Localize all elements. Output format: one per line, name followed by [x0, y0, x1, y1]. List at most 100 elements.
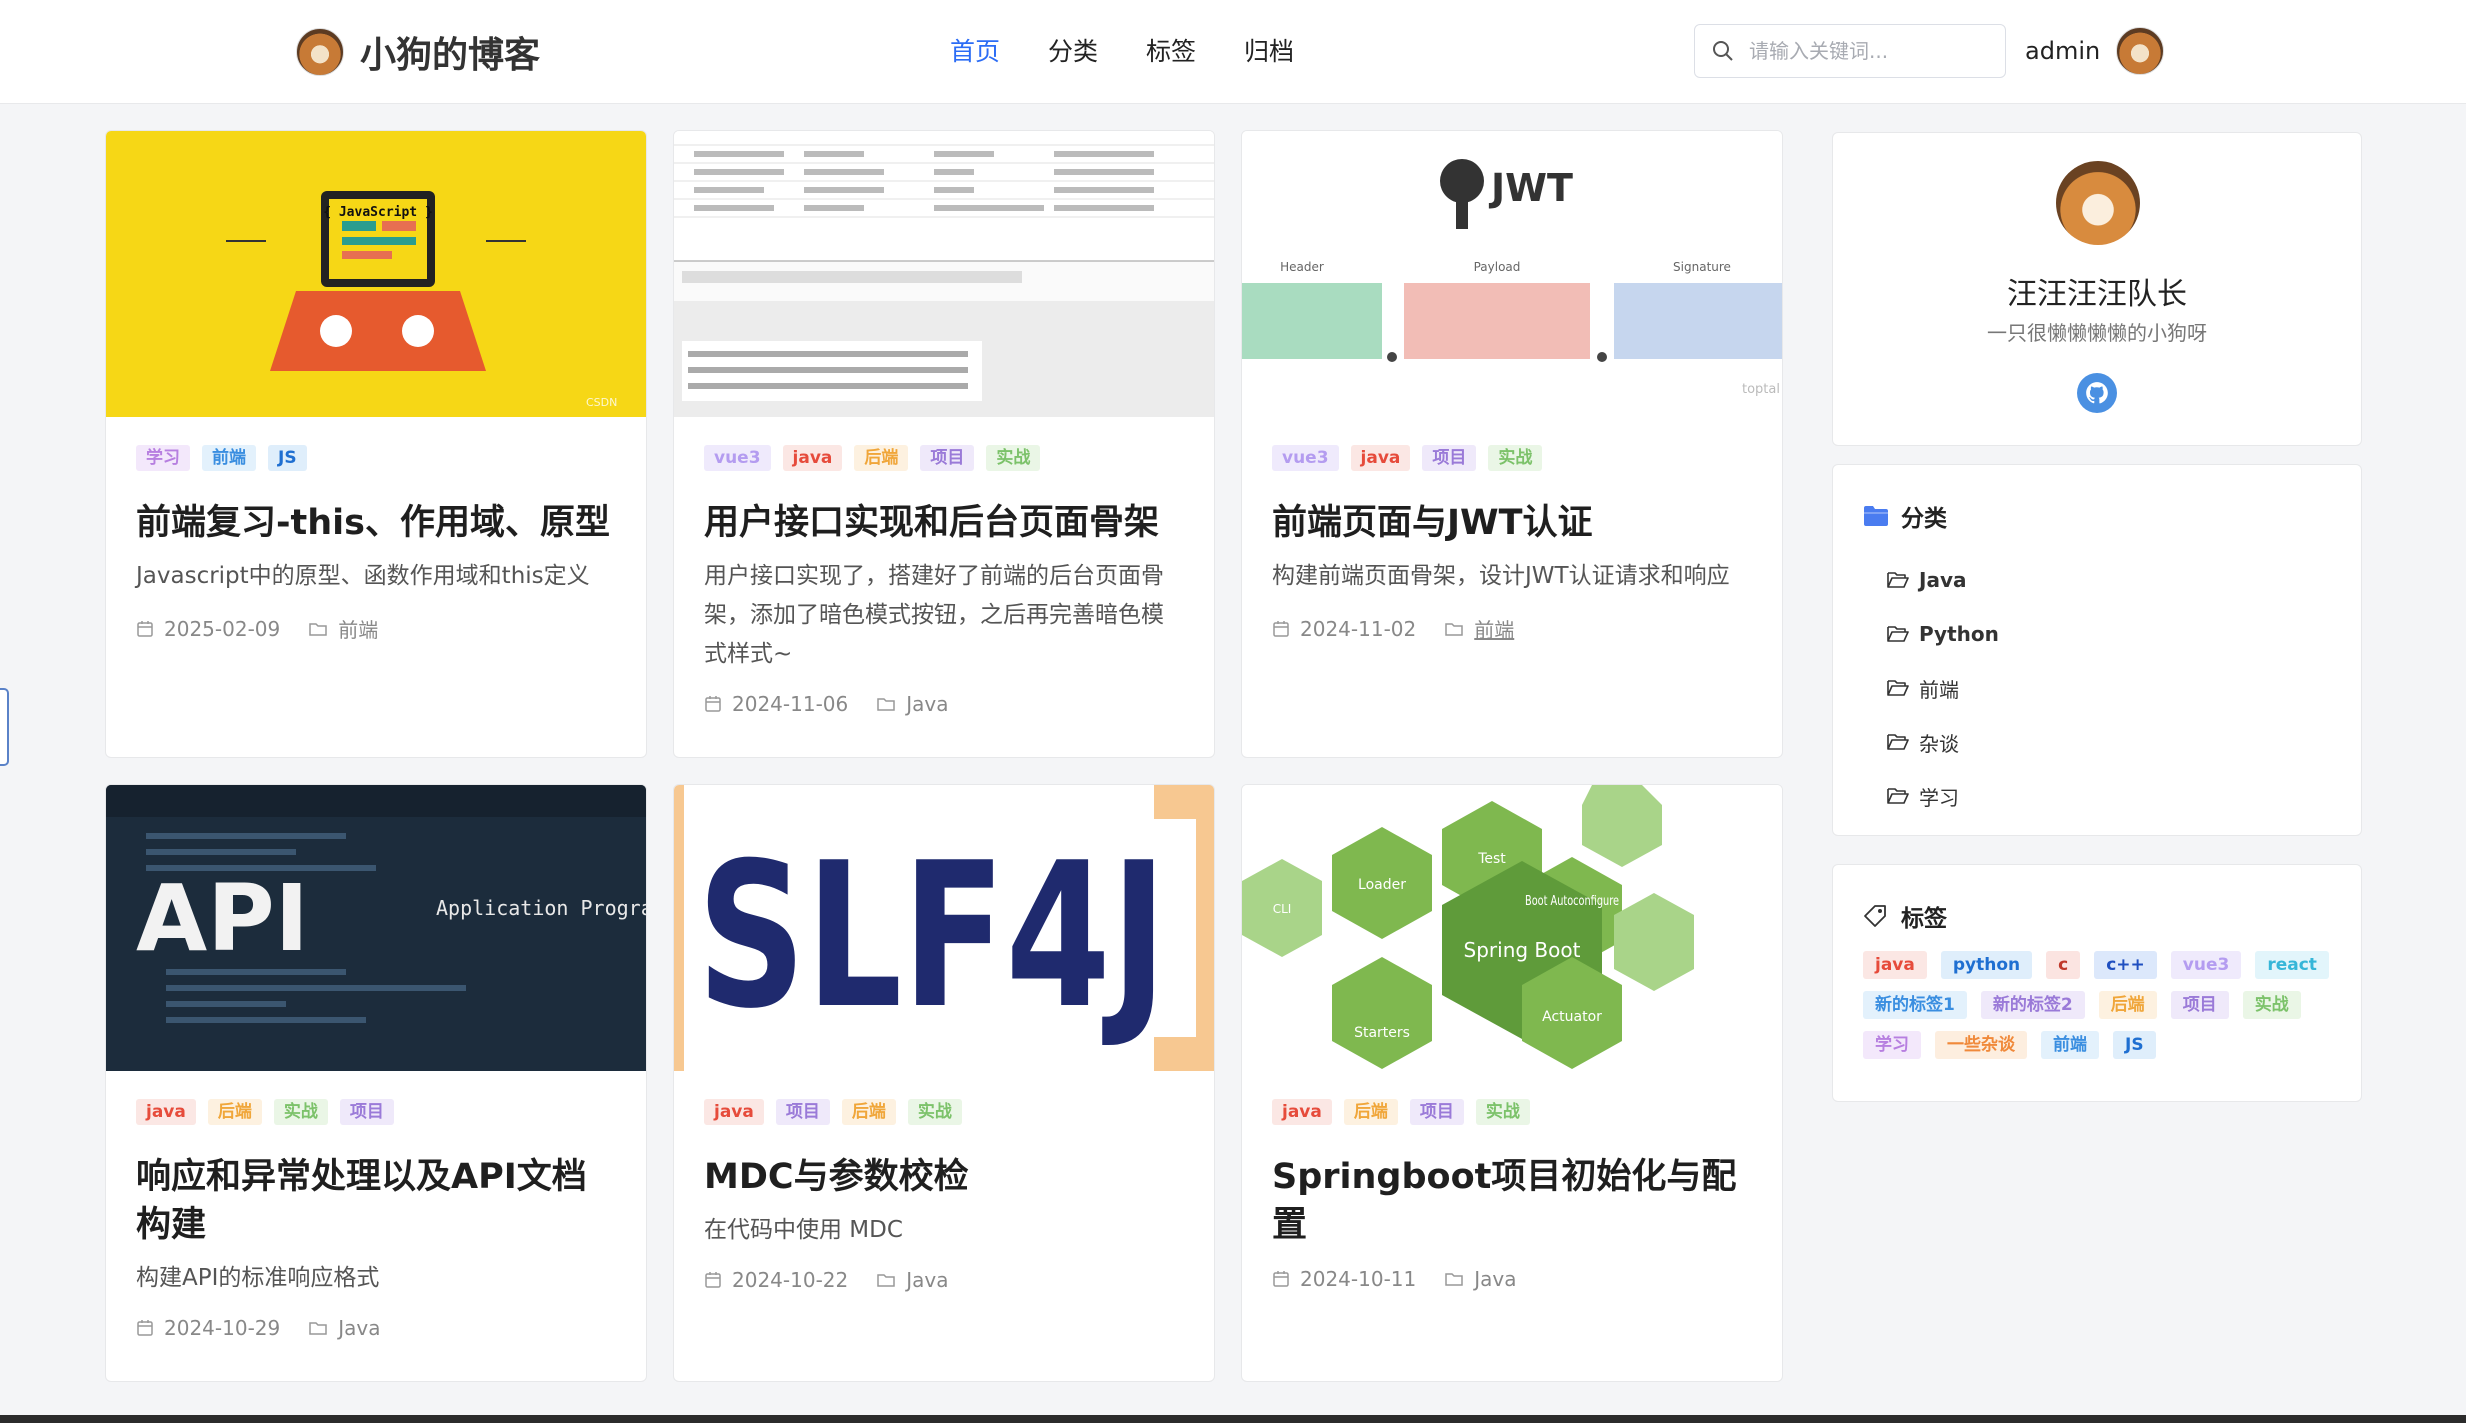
github-link[interactable]	[2077, 373, 2117, 413]
post-category[interactable]: Java	[906, 692, 948, 716]
post-tag[interactable]: vue3	[1272, 445, 1339, 471]
username[interactable]: admin	[2025, 37, 2100, 65]
post-thumbnail[interactable]: JWT Header Payload Signature toptal	[1242, 131, 1782, 417]
post-tag[interactable]: 后端	[1343, 1099, 1398, 1125]
tag-chip[interactable]: 新的标签1	[1863, 991, 1967, 1019]
categories-panel: 分类 Java Python 前端 杂谈 学习	[1832, 464, 2362, 836]
post-tag[interactable]: java	[136, 1099, 196, 1125]
post-card[interactable]: CSDN { JavaScript } 学习 前端 JS 前端复习-this、作…	[105, 130, 647, 758]
post-tag[interactable]: 项目	[775, 1099, 830, 1125]
tag-chip[interactable]: 一些杂谈	[1935, 1031, 2027, 1059]
post-tag[interactable]: java	[1350, 445, 1411, 471]
category-item-frontend[interactable]: 前端	[1887, 661, 1999, 715]
category-item-java[interactable]: Java	[1887, 553, 1999, 607]
tag-cloud: java python c c++ vue3 react 新的标签1 新的标签2 后端 项目 实战学…	[1863, 951, 2333, 1059]
post-tag[interactable]: 实战	[907, 1099, 962, 1125]
post-title[interactable]: 用户接口实现和后台页面骨架	[704, 499, 1184, 547]
tag-chip[interactable]: 前端	[2041, 1031, 2099, 1059]
tag-chip[interactable]: 项目	[2170, 991, 2229, 1019]
tag-chip[interactable]: 学习	[1863, 1031, 1921, 1059]
post-title[interactable]: 前端页面与JWT认证	[1272, 499, 1752, 547]
folder-icon	[308, 620, 328, 638]
post-thumbnail[interactable]: API Application Programming Interface	[106, 785, 646, 1071]
category-item-python[interactable]: Python	[1887, 607, 1999, 661]
post-card[interactable]: vue3 java 后端 项目 实战 用户接口实现和后台页面骨架 用户接口实现了…	[673, 130, 1215, 758]
post-tag[interactable]: 项目	[1409, 1099, 1464, 1125]
nav-categories[interactable]: 分类	[1048, 32, 1098, 68]
post-tag[interactable]: 后端	[841, 1099, 896, 1125]
site-title[interactable]: 小狗的博客	[360, 26, 540, 78]
category-label[interactable]: 学习	[1919, 782, 1959, 811]
post-tag[interactable]: 实战	[986, 445, 1041, 471]
tag-chip[interactable]: c	[2046, 951, 2081, 979]
post-tag[interactable]: 实战	[1488, 445, 1543, 471]
post-description: Javascript中的原型、函数作用域和this定义	[136, 563, 590, 589]
profile-avatar[interactable]	[2056, 161, 2140, 245]
tag-chip[interactable]: 实战	[2242, 991, 2301, 1019]
category-label[interactable]: Java	[1919, 568, 1966, 592]
post-tag[interactable]: 后端	[854, 445, 909, 471]
post-tag[interactable]: 实战	[273, 1099, 328, 1125]
post-tag[interactable]: 项目	[339, 1099, 394, 1125]
search-box[interactable]	[1694, 24, 2006, 78]
post-tag[interactable]: java	[782, 445, 843, 471]
post-thumbnail[interactable]: Spring Boot Test Loader CLI Boot Autocon…	[1242, 785, 1782, 1071]
tag-chip[interactable]: java	[1863, 951, 1927, 979]
post-title[interactable]: 前端复习-this、作用域、原型	[136, 499, 616, 547]
hex-label: Actuator	[1542, 1009, 1602, 1025]
post-title[interactable]: 响应和异常处理以及API文档构建	[136, 1153, 616, 1249]
post-category[interactable]: Java	[906, 1268, 948, 1292]
github-icon	[2084, 380, 2110, 406]
post-card[interactable]: JWT Header Payload Signature toptal vue3…	[1241, 130, 1783, 758]
post-tag[interactable]: JS	[268, 445, 307, 471]
search-input[interactable]	[1749, 39, 1979, 63]
post-card[interactable]: SLF4J java 项目 后端 实战 MDC与参数校检 在代码中使用 MDC …	[673, 784, 1215, 1382]
category-item-misc[interactable]: 杂谈	[1887, 715, 1999, 769]
post-tag[interactable]: 前端	[202, 445, 256, 471]
post-category[interactable]: 前端	[338, 614, 378, 643]
post-category[interactable]: 前端	[1474, 614, 1514, 643]
post-tag[interactable]: 后端	[207, 1099, 262, 1125]
post-tag[interactable]: 实战	[1475, 1099, 1530, 1125]
post-thumbnail[interactable]: CSDN { JavaScript }	[106, 131, 646, 417]
tag-chip[interactable]: JS	[2113, 1031, 2156, 1059]
post-date: 2025-02-09	[164, 616, 281, 641]
user-avatar[interactable]	[2116, 27, 2164, 75]
post-tag[interactable]: 项目	[920, 445, 975, 471]
post-title[interactable]: MDC与参数校检	[704, 1153, 1184, 1201]
tag-chip[interactable]: c++	[2094, 951, 2157, 979]
post-tag[interactable]: java	[704, 1099, 764, 1125]
post-tag[interactable]: java	[1272, 1099, 1332, 1125]
post-category[interactable]: Java	[1474, 1267, 1516, 1291]
nav-home[interactable]: 首页	[950, 32, 1000, 68]
post-title[interactable]: Springboot项目初始化与配置	[1272, 1153, 1752, 1249]
post-tag[interactable]: 项目	[1422, 445, 1477, 471]
tag-chip[interactable]: 后端	[2098, 991, 2157, 1019]
nav-tags[interactable]: 标签	[1146, 32, 1196, 68]
side-drawer-handle[interactable]	[0, 688, 9, 766]
post-thumbnail[interactable]: SLF4J	[674, 785, 1214, 1071]
nav-archive[interactable]: 归档	[1244, 32, 1294, 68]
tags-header: 标签	[1863, 899, 1947, 933]
post-thumbnail[interactable]	[674, 131, 1214, 417]
folder-icon	[1444, 620, 1464, 638]
tag-chip[interactable]: react	[2255, 951, 2329, 979]
category-label[interactable]: 前端	[1919, 674, 1959, 703]
post-tag[interactable]: vue3	[704, 445, 771, 471]
site-logo[interactable]: 小狗的博客	[296, 26, 540, 78]
category-item-study[interactable]: 学习	[1887, 769, 1999, 823]
hex-label: Loader	[1358, 877, 1406, 893]
tag-chip[interactable]: vue3	[2170, 951, 2242, 979]
category-label[interactable]: 杂谈	[1919, 728, 1959, 757]
post-category[interactable]: Java	[338, 1316, 380, 1340]
category-label[interactable]: Python	[1919, 622, 1999, 646]
post-tag[interactable]: 学习	[136, 445, 190, 471]
post-card[interactable]: Spring Boot Test Loader CLI Boot Autocon…	[1241, 784, 1783, 1382]
profile-panel: 汪汪汪汪队长 一只很懒懒懒懒的小狗呀	[1832, 132, 2362, 446]
svg-text:CSDN: CSDN	[586, 396, 617, 409]
tag-chip[interactable]: 新的标签2	[1980, 991, 2085, 1019]
calendar-icon	[136, 620, 154, 638]
folder-open-icon	[1887, 787, 1909, 805]
tag-chip[interactable]: python	[1940, 951, 2033, 979]
post-card[interactable]: API Application Programming Interface ja…	[105, 784, 647, 1382]
